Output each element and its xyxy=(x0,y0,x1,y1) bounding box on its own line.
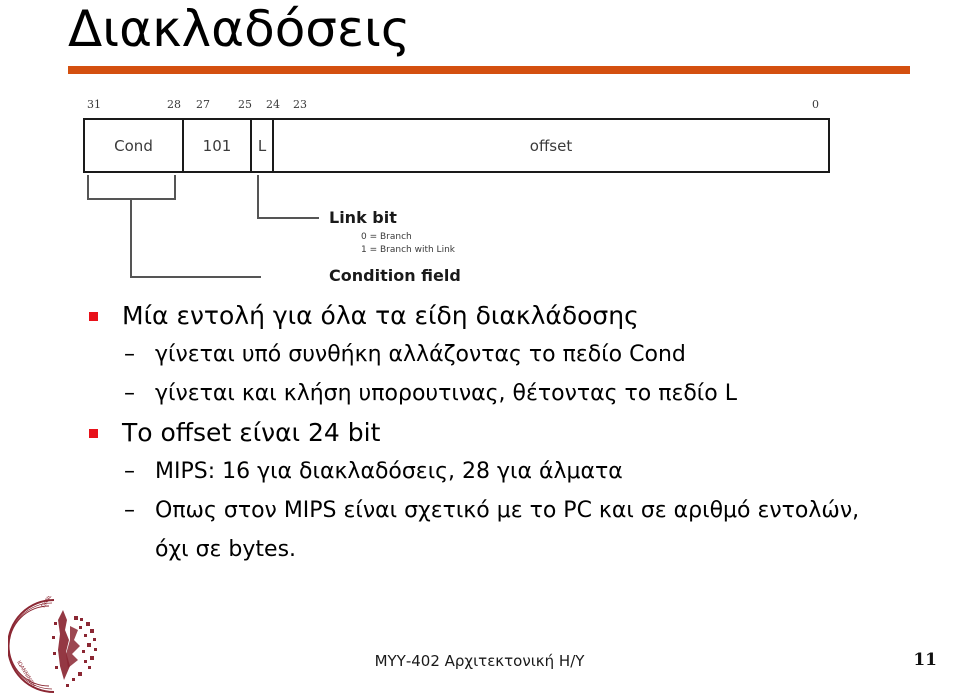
svg-text:ΠΑΝΕΠΙΣΤΗΜΙΟ: ΠΑΝΕΠΙΣΤΗΜΙΟ xyxy=(41,596,68,609)
link-bit-leader-vertical xyxy=(257,175,259,219)
dash-bullet-icon: – xyxy=(124,498,135,523)
dash-bullet-icon: – xyxy=(124,342,135,367)
field-offset: offset xyxy=(529,136,573,155)
dash-bullet-icon: – xyxy=(124,381,135,406)
bullet-list: Μία εντολή για όλα τα είδη διακλάδοσης –… xyxy=(0,296,959,569)
link-bit-label: Link bit xyxy=(329,208,397,227)
slide-page-number: 11 xyxy=(913,650,937,670)
cond-bracket-left-stub xyxy=(87,175,89,199)
dash-bullet-icon: – xyxy=(124,459,135,484)
condition-field-label: Condition field xyxy=(329,266,461,285)
square-bullet-icon xyxy=(89,429,98,438)
bit-label-24: 24 xyxy=(266,98,280,111)
link-bit-value-0: 0 = Branch xyxy=(361,232,412,242)
cond-leader-horizontal xyxy=(130,276,261,278)
instruction-format-diagram: 31 28 27 25 24 23 0 Cond 101 L offset Li… xyxy=(83,98,843,288)
field-cond: Cond xyxy=(114,136,153,155)
square-bullet-icon xyxy=(89,312,98,321)
bit-label-31: 31 xyxy=(87,98,101,111)
instruction-field-row: Cond 101 L offset xyxy=(83,118,830,173)
bullet-item-4: Το offset είναι 24 bit xyxy=(0,413,959,452)
bullet-text: γίνεται και κλήση υπορουτινας, θέτοντας … xyxy=(155,381,737,406)
bullet-item-5: – MIPS: 16 για διακλαδόσεις, 28 για άλμα… xyxy=(0,452,959,491)
bit-position-labels: 31 28 27 25 24 23 0 xyxy=(83,98,843,118)
bit-label-0: 0 xyxy=(812,98,819,111)
link-bit-leader-horizontal xyxy=(257,217,319,219)
bit-label-25: 25 xyxy=(238,98,252,111)
field-101: 101 xyxy=(202,136,232,155)
bullet-text: Οπως στον MIPS είναι σχετικό με το PC κα… xyxy=(155,498,860,562)
bullet-text: MIPS: 16 για διακλαδόσεις, 28 για άλματα xyxy=(155,459,623,484)
bullet-text: Το offset είναι 24 bit xyxy=(122,418,381,447)
bit-label-23: 23 xyxy=(293,98,307,111)
bullet-item-6: – Οπως στον MIPS είναι σχετικό με το PC … xyxy=(0,491,875,569)
footer-course-label: ΜΥΥ-402 Αρχιτεκτονική Η/Υ xyxy=(374,652,585,670)
title-underline-bar xyxy=(68,66,910,74)
cond-leader-vertical xyxy=(130,198,132,278)
bullet-item-2: – γίνεται υπό συνθήκη αλλάζοντας το πεδί… xyxy=(0,335,959,374)
bullet-item-3: – γίνεται και κλήση υπορουτινας, θέτοντα… xyxy=(0,374,959,413)
field-l: L xyxy=(257,136,267,155)
bullet-item-1: Μία εντολή για όλα τα είδη διακλάδοσης xyxy=(0,296,959,335)
bullet-text: Μία εντολή για όλα τα είδη διακλάδοσης xyxy=(122,301,639,330)
bit-label-28: 28 xyxy=(167,98,181,111)
university-seal-logo: ΠΑΝΕΠΙΣΤΗΜΙΟ ΙΩΑΝΝΙΝΩΝ xyxy=(8,596,97,693)
bit-label-27: 27 xyxy=(196,98,210,111)
link-bit-value-1: 1 = Branch with Link xyxy=(361,245,455,255)
cond-bracket-right-stub xyxy=(174,175,176,199)
bullet-text: γίνεται υπό συνθήκη αλλάζοντας το πεδίο … xyxy=(155,342,686,367)
page-title: Διακλαδόσεις xyxy=(68,0,411,58)
